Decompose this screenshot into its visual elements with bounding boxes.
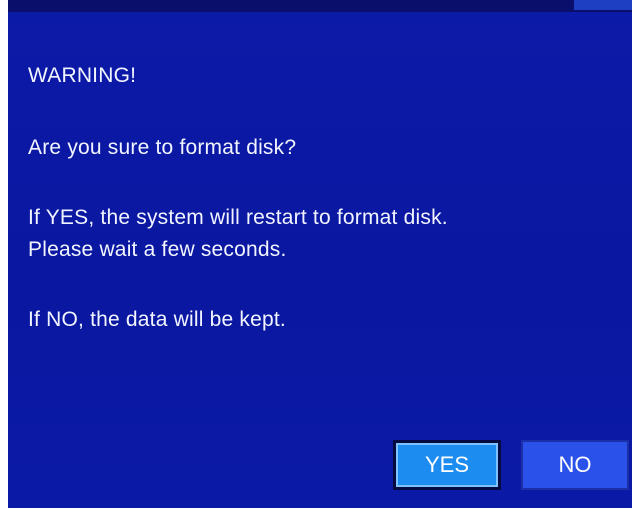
yes-info-line-2: Please wait a few seconds. (28, 238, 287, 261)
no-button[interactable]: NO (521, 440, 629, 490)
yes-info-line-1: If YES, the system will restart to forma… (28, 206, 448, 229)
warning-title: WARNING! (28, 64, 137, 87)
left-edge-margin (0, 0, 8, 508)
no-info: If NO, the data will be kept. (28, 308, 286, 331)
screen: WARNING! Are you sure to format disk? If… (0, 0, 632, 508)
yes-button-label: YES (424, 452, 470, 477)
no-button-label: NO (558, 452, 592, 477)
confirm-question: Are you sure to format disk? (28, 136, 297, 159)
yes-button[interactable]: YES (393, 440, 501, 490)
dialog-top-strip (8, 0, 632, 12)
top-right-strip-highlight (574, 0, 632, 10)
format-disk-dialog: WARNING! Are you sure to format disk? If… (8, 0, 632, 508)
